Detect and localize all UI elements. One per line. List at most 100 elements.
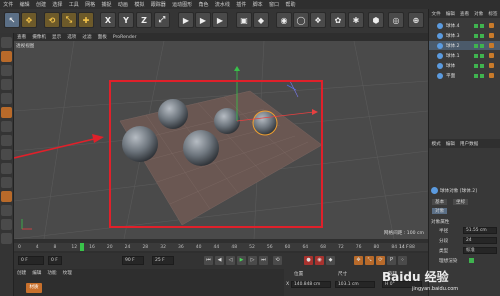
mode-button-lock[interactable]: [1, 149, 12, 160]
object-row[interactable]: 球体.3: [429, 31, 500, 40]
gizmo-z-axis[interactable]: [286, 84, 297, 91]
mode-button-magnet[interactable]: [1, 219, 12, 230]
visibility-check-icon[interactable]: [474, 53, 478, 58]
mode-button-model[interactable]: [1, 37, 12, 48]
render-perfect-checkbox[interactable]: [469, 258, 474, 263]
sphere-large-left[interactable]: [122, 126, 158, 162]
step-forward-icon[interactable]: ▷: [248, 256, 257, 265]
toolbar-button-5[interactable]: X: [100, 12, 116, 28]
mode-button-grid[interactable]: [1, 163, 12, 174]
toolbar-button-15[interactable]: ◯: [293, 12, 309, 28]
menu-item-11[interactable]: 角色: [195, 1, 211, 8]
play-forward-icon[interactable]: ▶: [237, 256, 246, 265]
timeline-ruler[interactable]: 0 4 8 12 16 20 24 28 32 36 40 44 48 52 56 60 64 68 72 76 80 8…: [14, 243, 428, 251]
material-tag-icon[interactable]: [489, 63, 494, 68]
step-back-icon[interactable]: ◀: [215, 256, 224, 265]
viewport-menu-item-1[interactable]: 摄像机: [29, 34, 49, 40]
gizmo-z-handle[interactable]: [289, 80, 299, 98]
toolbar-button-1[interactable]: ✥: [21, 12, 37, 28]
material-swatch[interactable]: 材质: [26, 283, 42, 293]
object-row[interactable]: 平面: [429, 71, 500, 80]
autokey-icon[interactable]: ◉: [315, 256, 324, 265]
material-tag-icon[interactable]: [489, 53, 494, 58]
gizmo-y-arrow[interactable]: [234, 66, 240, 71]
mode-button-axis[interactable]: [1, 107, 12, 118]
mode-button-brush[interactable]: [1, 233, 12, 244]
mode-button-edges[interactable]: [1, 79, 12, 90]
attribute-menu-item-2[interactable]: 用户数据: [457, 141, 480, 147]
toolbar-button-8[interactable]: ⤢: [154, 12, 170, 28]
material-tag-icon[interactable]: [489, 23, 494, 28]
viewport-menu-item-5[interactable]: 面板: [95, 34, 110, 40]
menu-item-7[interactable]: 动画: [115, 1, 131, 8]
mode-button-sculpt[interactable]: [1, 191, 12, 202]
sphere-center[interactable]: [183, 130, 219, 166]
toolbar-button-11[interactable]: ▶: [212, 12, 228, 28]
sphere-selected[interactable]: [252, 110, 278, 136]
toolbar-button-13[interactable]: ◆: [253, 12, 269, 28]
visibility-check-icon[interactable]: [474, 63, 478, 68]
point-key-icon[interactable]: ⁘: [398, 256, 407, 265]
object-menu-item-2[interactable]: 查看: [457, 11, 471, 17]
toolbar-button-21[interactable]: ⊕: [408, 12, 424, 28]
menu-item-4[interactable]: 工具: [66, 1, 82, 8]
menu-item-6[interactable]: 捕捉: [98, 1, 114, 8]
menu-item-5[interactable]: 网格: [82, 1, 98, 8]
menu-item-13[interactable]: 插件: [233, 1, 249, 8]
menu-item-14[interactable]: 脚本: [249, 1, 265, 8]
end-frame-field[interactable]: 25 F: [152, 256, 174, 265]
viewport-menu-item-2[interactable]: 显示: [49, 34, 64, 40]
toolbar-button-2[interactable]: ⟲: [44, 12, 60, 28]
toolbar-button-3[interactable]: ⤡: [61, 12, 77, 28]
loop-icon[interactable]: ⟲: [273, 256, 282, 265]
toolbar-button-9[interactable]: ▶: [178, 12, 194, 28]
mode-button-snap[interactable]: [1, 121, 12, 132]
attr-tab-object[interactable]: 对象: [432, 208, 448, 214]
toolbar-button-14[interactable]: ◉: [276, 12, 292, 28]
material-menu-item-1[interactable]: 编辑: [29, 270, 44, 276]
visibility-check-icon[interactable]: [474, 43, 478, 48]
material-menu-item-3[interactable]: 纹理: [60, 270, 75, 276]
object-menu-item-1[interactable]: 编辑: [443, 11, 457, 17]
viewport[interactable]: 透视视图 网格间距 : 100 cm: [14, 41, 428, 239]
material-tag-icon[interactable]: [489, 73, 494, 78]
menu-item-16[interactable]: 帮助: [282, 1, 298, 8]
object-menu-item-4[interactable]: 标签: [486, 11, 500, 17]
render-check-icon[interactable]: [480, 23, 484, 28]
attr-segments-field[interactable]: 24: [463, 237, 497, 244]
attribute-menu-item-0[interactable]: 模式: [429, 141, 443, 147]
mode-button-workplane[interactable]: [1, 135, 12, 146]
coord-x-size-field[interactable]: 103.1 cm: [335, 281, 375, 288]
material-menu-item-2[interactable]: 功能: [44, 270, 59, 276]
render-check-icon[interactable]: [480, 33, 484, 38]
menu-item-8[interactable]: 模拟: [131, 1, 147, 8]
toolbar-button-12[interactable]: ▣: [236, 12, 252, 28]
toolbar-button-16[interactable]: ❖: [310, 12, 326, 28]
timeline[interactable]: 0 4 8 12 16 20 24 28 32 36 40 44 48 52 56 60 64 68 72 76 80 8…: [14, 239, 428, 253]
viewport-menu-item-0[interactable]: 查看: [14, 34, 29, 40]
play-back-icon[interactable]: ◁: [226, 256, 235, 265]
gizmo-x-arrow[interactable]: [312, 109, 318, 115]
render-check-icon[interactable]: [480, 43, 484, 48]
toolbar-button-0[interactable]: ↖: [4, 12, 20, 28]
viewport-menu-item-4[interactable]: 过滤: [79, 34, 94, 40]
start-frame-field[interactable]: 0 F: [18, 256, 44, 265]
mode-button-polygons[interactable]: [1, 93, 12, 104]
go-to-end-icon[interactable]: ⏭: [259, 256, 268, 265]
visibility-check-icon[interactable]: [474, 33, 478, 38]
attr-type-select[interactable]: 标准: [463, 247, 497, 254]
menu-item-9[interactable]: 跟踪器: [148, 1, 169, 8]
min-frame-field[interactable]: 0 F: [48, 256, 62, 265]
keyframe-icon[interactable]: ◆: [326, 256, 335, 265]
render-check-icon[interactable]: [480, 73, 484, 78]
toolbar-button-17[interactable]: ✿: [330, 12, 346, 28]
menu-item-12[interactable]: 流水线: [212, 1, 233, 8]
mode-button-texture[interactable]: [1, 51, 12, 62]
sphere-right[interactable]: [214, 108, 240, 134]
coord-x-position-field[interactable]: 140.848 cm: [291, 281, 331, 288]
material-tag-icon[interactable]: [489, 33, 494, 38]
menu-item-15[interactable]: 窗口: [266, 1, 282, 8]
object-row[interactable]: 球体.2: [429, 41, 500, 50]
menu-item-3[interactable]: 选择: [49, 1, 65, 8]
object-row[interactable]: 球体.1: [429, 51, 500, 60]
